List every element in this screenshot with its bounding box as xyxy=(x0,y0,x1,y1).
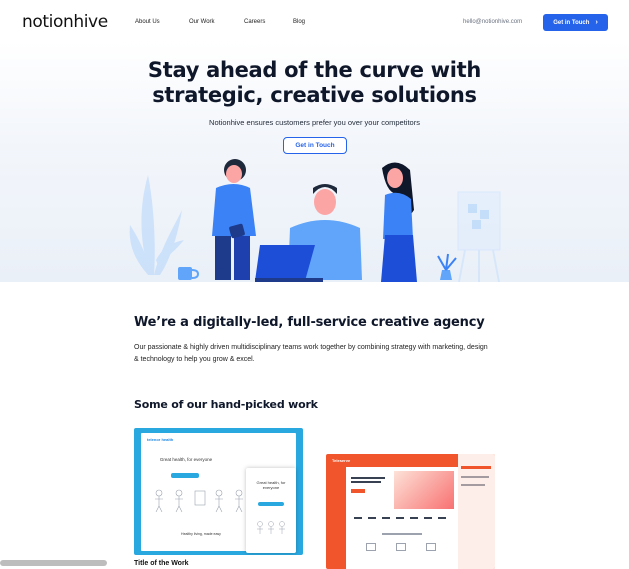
whiteboard-icon xyxy=(457,191,501,282)
telenor-cta-button xyxy=(171,473,199,478)
work-heading: Some of our hand-picked work xyxy=(134,398,318,411)
logo[interactable]: notionhive xyxy=(22,12,108,32)
agency-heading: We’re a digitally-led, full-service crea… xyxy=(134,315,485,330)
teleserve-client-logos xyxy=(354,517,450,519)
plant-right-icon xyxy=(437,253,457,280)
work-card-telenor[interactable]: telenor health Great health, for everyon… xyxy=(134,428,303,555)
standing-man-figure xyxy=(212,159,256,280)
teleserve-hero-photo xyxy=(394,471,454,509)
work-card-teleserve[interactable]: Teleserve xyxy=(326,454,495,569)
get-in-touch-label: Get in Touch xyxy=(553,19,590,26)
hero-title: Stay ahead of the curve with strategic, … xyxy=(0,58,629,108)
telenor-people-illustration xyxy=(155,489,243,513)
nav-link-our-work[interactable]: Our Work xyxy=(189,19,215,25)
telenor-mobile-preview: Great health, for everyone xyxy=(246,468,296,553)
mug-icon xyxy=(178,267,200,280)
top-nav: notionhive About Us Our Work Careers Blo… xyxy=(0,0,629,46)
nav-link-about-us[interactable]: About Us xyxy=(135,19,160,25)
horizontal-scrollbar[interactable] xyxy=(0,560,107,566)
plant-left-icon xyxy=(129,175,184,275)
get-in-touch-hero-button[interactable]: Get in Touch xyxy=(283,137,347,154)
chevron-right-icon: › xyxy=(595,19,598,26)
telenor-headline: Great health, for everyone xyxy=(159,457,213,462)
hero-title-line-2: strategic, creative solutions xyxy=(152,83,477,107)
hero-title-line-1: Stay ahead of the curve with xyxy=(147,58,482,82)
telenor-mobile-cta xyxy=(258,502,284,506)
nav-link-blog[interactable]: Blog xyxy=(293,19,305,25)
telenor-mobile-headline: Great health, for everyone xyxy=(256,480,286,490)
work-item-title[interactable]: Title of the Work xyxy=(134,560,189,567)
teleserve-mobile-preview xyxy=(458,454,495,569)
telenor-site-preview: telenor health Great health, for everyon… xyxy=(141,433,296,553)
standing-woman-figure xyxy=(381,162,417,282)
nav-link-careers[interactable]: Careers xyxy=(244,19,265,25)
telenor-logo: telenor health xyxy=(147,437,174,442)
teleserve-logo: Teleserve xyxy=(332,458,351,463)
teleserve-site-preview xyxy=(346,467,458,569)
telenor-mobile-illustration xyxy=(257,521,285,534)
telenor-tagline: Healthy living, made easy xyxy=(181,532,221,536)
hero-subtitle: Notionhive ensures customers prefer you … xyxy=(209,118,420,127)
hero-illustration xyxy=(129,159,501,282)
agency-description: Our passionate & highly driven multidisc… xyxy=(134,344,488,363)
get-in-touch-nav-button[interactable]: Get in Touch › xyxy=(543,14,608,31)
contact-email-link[interactable]: hello@notionhive.com xyxy=(463,19,522,25)
